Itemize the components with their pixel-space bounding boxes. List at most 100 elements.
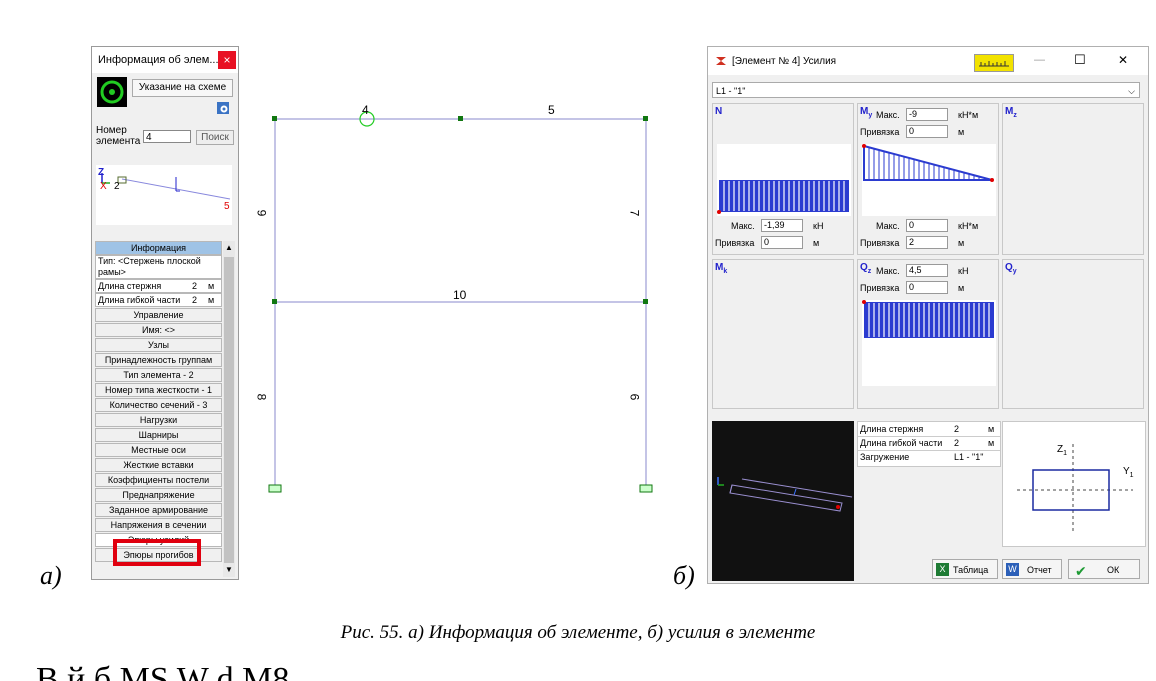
N-max-field[interactable]: -1,39 [761, 219, 803, 232]
prop-unit: м [988, 438, 995, 448]
prop-label: Загружение [860, 452, 910, 462]
point-on-scheme-button[interactable]: Указание на схеме [132, 79, 233, 97]
info-list-scrollbar[interactable]: ▲ ▼ [223, 241, 235, 577]
forces-window-title: [Элемент № 4] Усилия [732, 56, 837, 67]
panel-Mz: Mz [1002, 103, 1144, 255]
close-icon[interactable]: × [218, 51, 236, 69]
prop-value: 2 [954, 424, 960, 434]
N-max-unit: кН [813, 221, 824, 231]
N-bind-field[interactable]: 0 [761, 236, 803, 249]
highlight-box [113, 539, 201, 566]
ok-button-label: ОК [1107, 565, 1120, 575]
My-bind-unit: м [958, 127, 965, 137]
preview-axis-z: Z [98, 167, 105, 178]
Qz-bind-unit: м [958, 283, 965, 293]
label-b: б) [673, 561, 695, 590]
element-type-text: Тип: <Стержень плоской рамы> [95, 255, 222, 279]
cut-off-body-text: В й б MS W d M8 [36, 661, 290, 681]
menu-item-element-type[interactable]: Тип элемента - 2 [95, 368, 222, 382]
load-case-value: L1 - "1" [716, 86, 746, 96]
table-button[interactable]: X Таблица [932, 559, 998, 579]
menu-item-stiffness[interactable]: Номер типа жесткости - 1 [95, 383, 222, 397]
My-bind-field[interactable]: 0 [906, 125, 948, 138]
checkmark-icon: ✔ [1075, 563, 1087, 579]
menu-item-sections[interactable]: Количество сечений - 3 [95, 398, 222, 412]
N-max-label: Макс. [731, 221, 755, 231]
label-a: а) [40, 561, 62, 590]
search-button[interactable]: Поиск [196, 130, 234, 145]
element-number-input[interactable]: 4 [143, 130, 191, 143]
section-axis-z: Z1 [1057, 444, 1068, 457]
My-bind2-field[interactable]: 2 [906, 236, 948, 249]
info-list: Информация Тип: <Стержень плоской рамы> … [95, 241, 222, 577]
flex-length-label: Длина гибкой части [98, 295, 181, 305]
report-button[interactable]: W Отчет [1002, 559, 1062, 579]
figure-caption: Рис. 55. а) Информация об элементе, б) у… [340, 622, 816, 643]
scroll-thumb[interactable] [224, 257, 234, 563]
minimize-icon[interactable]: — [1034, 54, 1045, 66]
node-mid-right [643, 299, 648, 304]
element-3d-view[interactable] [712, 421, 854, 581]
Qz-bind-field[interactable]: 0 [906, 281, 948, 294]
panel-Qz: Qz Макс. 4,5 кН Привязка 0 м [857, 259, 999, 409]
load-case-select[interactable]: L1 - "1" ⌵ [712, 82, 1140, 98]
menu-item-hinges[interactable]: Шарниры [95, 428, 222, 442]
maximize-icon[interactable]: ☐ [1074, 52, 1086, 68]
prop-label: Длина стержня [860, 424, 924, 434]
app-logo-icon [714, 54, 728, 68]
Qz-max-label: Макс. [876, 266, 900, 276]
node-top-left [272, 116, 277, 121]
rod-length-value: 2 [192, 281, 198, 291]
Qz-max-field[interactable]: 4,5 [906, 264, 948, 277]
info-section-header[interactable]: Информация [95, 241, 222, 255]
frame-label-4: 4 [362, 103, 369, 117]
rod-length-row: Длина стержня 2 м [95, 279, 222, 293]
diagram-Qz [862, 300, 996, 386]
flex-length-row: Длина гибкой части 2 м [95, 293, 222, 307]
N-bind-unit: м [813, 238, 820, 248]
menu-item-foundation[interactable]: Коэффициенты постели [95, 473, 222, 487]
menu-item-local-axes[interactable]: Местные оси [95, 443, 222, 457]
settings-gear-icon[interactable] [216, 101, 230, 115]
element-info-panel: Информация об элем... × Указание на схем… [91, 46, 239, 580]
menu-item-prestress[interactable]: Преднапряжение [95, 488, 222, 502]
My-max-unit: кН*м [958, 110, 979, 120]
menu-item-stresses[interactable]: Напряжения в сечении [95, 518, 222, 532]
axis-N-label: N [715, 106, 723, 117]
prop-value: L1 - "1" [954, 452, 984, 462]
excel-icon: X [936, 563, 949, 576]
close-icon[interactable]: ✕ [1118, 53, 1128, 67]
My-max2-label: Макс. [876, 221, 900, 231]
My-max2-field[interactable]: 0 [906, 219, 948, 232]
diagram-N [717, 144, 851, 216]
info-panel-titlebar: Информация об элем... × [92, 47, 238, 73]
table-row: Загружение L1 - "1" [858, 450, 1000, 464]
My-max-field[interactable]: -9 [906, 108, 948, 121]
node-top-mid [458, 116, 463, 121]
My-bind-label: Привязка [860, 127, 900, 137]
table-row: Длина гибкой части 2 м [858, 436, 1000, 451]
prop-unit: м [988, 424, 995, 434]
menu-item-nodes[interactable]: Узлы [95, 338, 222, 352]
ok-button[interactable]: ✔ ОК [1068, 559, 1140, 579]
chevron-down-icon[interactable]: ⌵ [1128, 83, 1135, 99]
support-right [639, 484, 653, 493]
scroll-down-icon[interactable]: ▼ [223, 563, 235, 577]
menu-item-groups[interactable]: Принадлежность группам [95, 353, 222, 367]
axis-Qy-label: Qy [1005, 262, 1017, 275]
report-button-label: Отчет [1027, 565, 1052, 575]
panel-My: My Макс. -9 кН*м Привязка 0 м Макс. 0 кН… [857, 103, 999, 255]
ruler-icon[interactable] [974, 54, 1014, 72]
menu-item-control[interactable]: Управление [95, 308, 222, 322]
frame-label-7: 7 [627, 209, 642, 217]
menu-item-rigid-inserts[interactable]: Жесткие вставки [95, 458, 222, 472]
forces-window: [Элемент № 4] Усилия — ☐ ✕ L1 - "1" ⌵ N … [707, 46, 1149, 584]
scroll-up-icon[interactable]: ▲ [223, 241, 235, 255]
Qz-max-unit: кН [958, 266, 969, 276]
menu-item-reinforcement[interactable]: Заданное армирование [95, 503, 222, 517]
menu-item-name[interactable]: Имя: <> [95, 323, 222, 337]
My-max2-unit: кН*м [958, 221, 979, 231]
support-left [268, 484, 282, 493]
menu-item-loads[interactable]: Нагрузки [95, 413, 222, 427]
prop-value: 2 [954, 438, 960, 448]
